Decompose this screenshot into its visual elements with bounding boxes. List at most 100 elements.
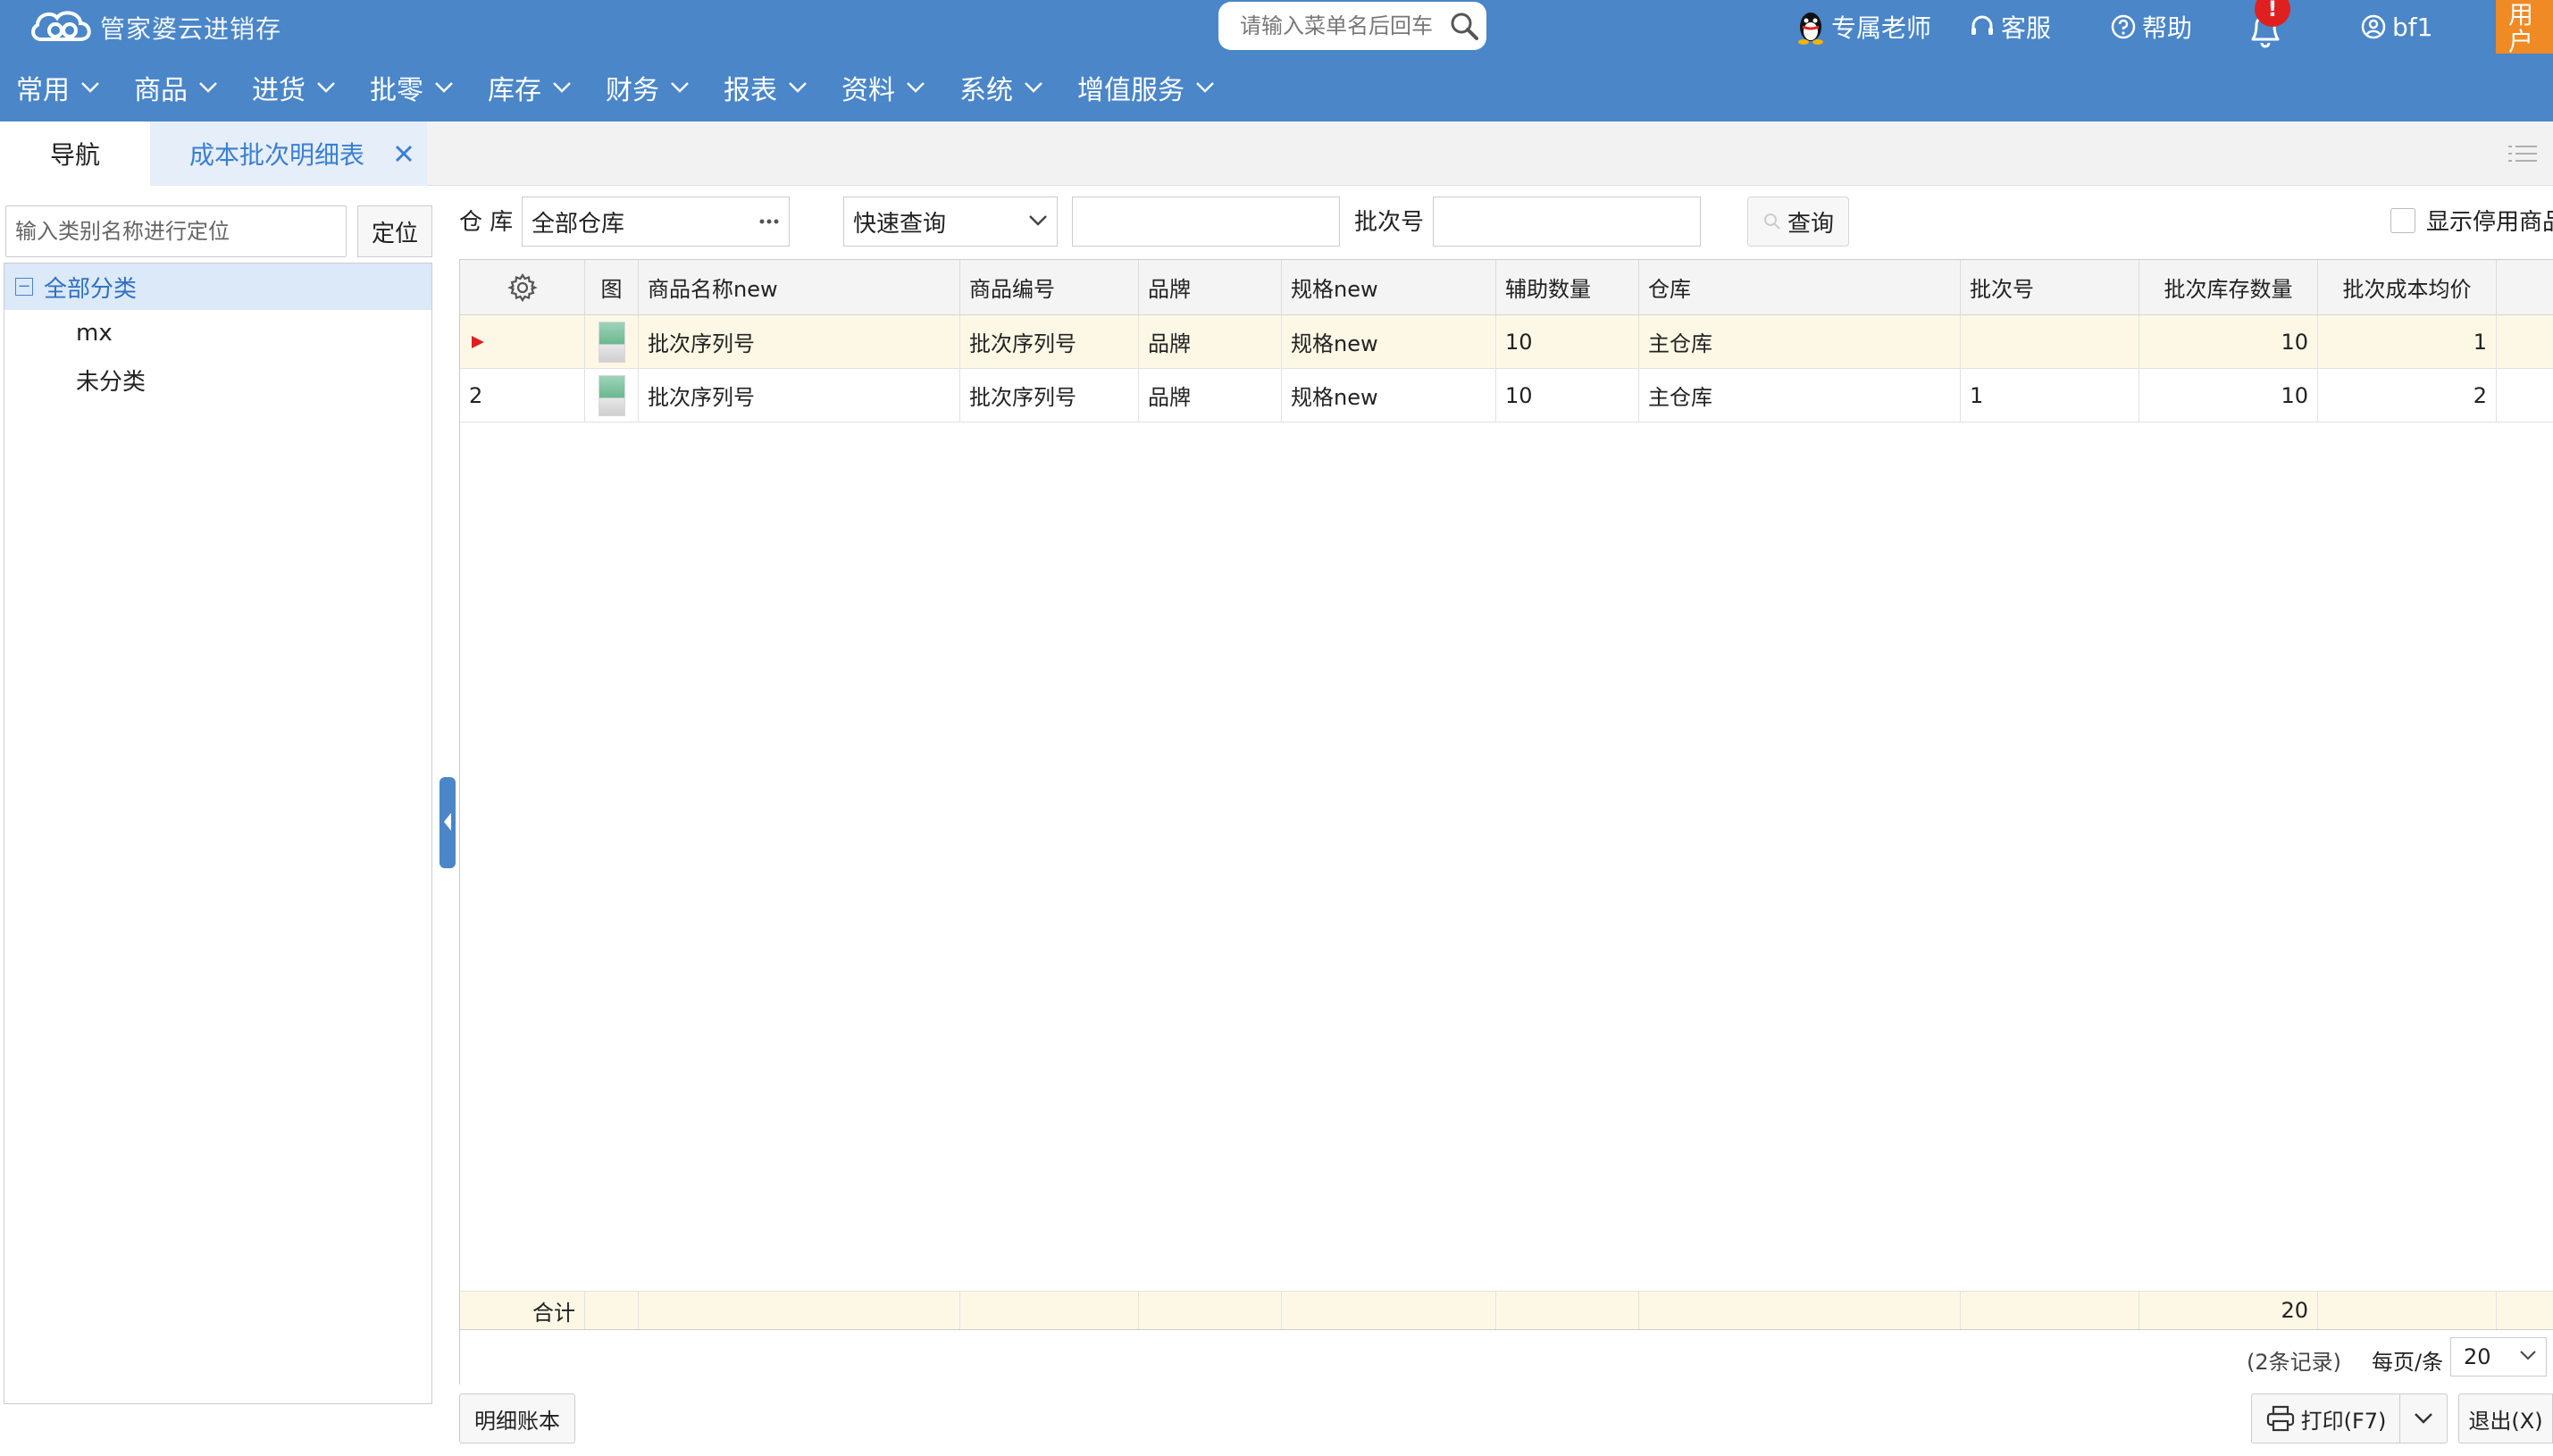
header-avg-cost[interactable]: 批次成本均价: [2318, 260, 2497, 314]
cell-stock-qty: 10: [2139, 369, 2318, 422]
chevron-down-icon: [81, 82, 99, 93]
tab-bar: 导航 成本批次明细表: [0, 121, 2553, 186]
grid-header-row: 图 商品名称new 商品编号 品牌 规格new 辅助数量 仓库 批次号 批次库存…: [460, 260, 2553, 315]
chevron-down-icon: [1025, 82, 1042, 93]
print-button[interactable]: 打印(F7): [2251, 1393, 2399, 1443]
quick-query-input[interactable]: [1072, 197, 1340, 247]
cell-code: 批次序列号: [960, 369, 1139, 422]
detail-ledger-button[interactable]: 明细账本: [459, 1393, 575, 1443]
menu-item-label: 常用: [16, 75, 70, 106]
menu-item-2[interactable]: 进货: [252, 55, 336, 120]
search-icon[interactable]: [1449, 11, 1479, 41]
tab-cost-batch-detail[interactable]: 成本批次明细表: [150, 121, 427, 186]
cell-brand: 品牌: [1139, 369, 1282, 422]
header-batch[interactable]: 批次号: [1961, 260, 2139, 314]
menu-item-0[interactable]: 常用: [16, 55, 100, 120]
cell-stock-qty: 10: [2139, 315, 2318, 368]
menu-item-8[interactable]: 系统: [959, 55, 1043, 120]
total-label: 合计: [460, 1292, 585, 1329]
cell-avg-cost: 1: [2318, 315, 2497, 368]
menu-search-input[interactable]: [1238, 11, 1444, 41]
menu-item-label: 财务: [606, 75, 659, 106]
product-thumbnail[interactable]: [585, 315, 639, 368]
tab-cost-batch-detail-label: 成本批次明细表: [189, 140, 365, 170]
record-count: (2条记录): [2247, 1350, 2341, 1375]
qq-penguin-icon: [1798, 13, 1823, 45]
tree-node-all-categories[interactable]: − 全部分类: [4, 264, 431, 310]
per-page-select[interactable]: 20: [2450, 1337, 2547, 1377]
product-thumbnail[interactable]: [585, 369, 639, 422]
chevron-down-icon: [317, 82, 335, 93]
tab-navigation[interactable]: 导航: [0, 121, 150, 186]
exit-button[interactable]: 退出(X): [2458, 1393, 2553, 1443]
menu-item-3[interactable]: 批零: [370, 55, 454, 120]
locate-button[interactable]: 定位: [357, 205, 432, 257]
gear-icon[interactable]: [506, 272, 538, 303]
batch-number-input[interactable]: [1433, 197, 1701, 247]
chevron-down-icon: [789, 82, 807, 93]
print-options-button[interactable]: [2399, 1393, 2448, 1443]
menu-item-label: 库存: [488, 75, 541, 106]
header-brand[interactable]: 品牌: [1139, 260, 1282, 314]
menu-item-9[interactable]: 增值服务: [1077, 55, 1215, 120]
header-stock-qty[interactable]: 批次库存数量: [2139, 260, 2318, 314]
header-code[interactable]: 商品编号: [960, 260, 1139, 314]
show-disabled-checkbox[interactable]: [2390, 207, 2415, 233]
user-interact-button[interactable]: 用户互动: [2496, 0, 2553, 54]
per-page-value: 20: [2464, 1344, 2491, 1369]
cell-spec: 规格new: [1282, 315, 1496, 368]
menu-item-6[interactable]: 报表: [724, 55, 808, 120]
column-settings[interactable]: [460, 260, 585, 314]
user-icon: [2361, 14, 2386, 39]
menu-item-label: 商品: [134, 75, 188, 106]
show-disabled-label: 显示停用商品: [2426, 209, 2553, 236]
quick-query-select[interactable]: 快速查询: [843, 197, 1058, 247]
tree-node-mx[interactable]: mx: [4, 310, 431, 356]
total-stock-qty: 20: [2139, 1292, 2318, 1329]
panel-collapse-handle[interactable]: [439, 777, 456, 868]
more-dots-icon[interactable]: [757, 213, 782, 230]
help-link[interactable]: 帮助: [2110, 4, 2192, 50]
teacher-link-label: 专属老师: [1831, 13, 1932, 43]
tree-node-uncategorized[interactable]: 未分类: [4, 356, 431, 403]
header-spec[interactable]: 规格new: [1282, 260, 1496, 314]
print-button-label: 打印(F7): [2300, 1408, 2387, 1434]
user-menu[interactable]: bf1: [2360, 4, 2432, 50]
chevron-down-icon: [907, 82, 925, 93]
menu-item-7[interactable]: 资料: [841, 55, 925, 120]
cell-spec: 规格new: [1282, 369, 1496, 422]
chevron-down-icon: [435, 82, 453, 93]
header-warehouse[interactable]: 仓库: [1639, 260, 1961, 314]
show-disabled-toggle[interactable]: 显示停用商品: [2390, 204, 2553, 237]
total-row: 合计 20: [460, 1291, 2553, 1330]
category-search-input[interactable]: [5, 205, 347, 257]
menu-search-box[interactable]: [1218, 2, 1486, 50]
service-link[interactable]: 客服: [1969, 4, 2051, 50]
app-logo: 管家婆云进销存: [29, 2, 281, 54]
chevron-down-icon: [1029, 215, 1047, 226]
cell-name: 批次序列号: [639, 315, 960, 368]
warehouse-select[interactable]: 全部仓库: [522, 197, 790, 247]
menu-item-label: 进货: [252, 75, 306, 106]
menu-item-5[interactable]: 财务: [606, 55, 690, 120]
close-icon[interactable]: [388, 138, 420, 170]
cell-batch: [1961, 315, 2139, 368]
help-link-label: 帮助: [2142, 13, 2193, 43]
cell-brand: 品牌: [1139, 315, 1282, 368]
cell-batch: 1: [1961, 369, 2139, 422]
cell-aux-qty: 10: [1496, 315, 1639, 368]
teacher-link[interactable]: 专属老师: [1795, 4, 1931, 50]
table-row[interactable]: 2 批次序列号 批次序列号 品牌 规格new 10 主仓库 1 10 2: [460, 369, 2553, 423]
quick-query-value: 快速查询: [853, 210, 947, 238]
header-aux-qty[interactable]: 辅助数量: [1496, 260, 1639, 314]
row-selected-indicator: [460, 315, 585, 368]
query-button[interactable]: 查询: [1747, 197, 1849, 247]
table-row[interactable]: 批次序列号 批次序列号 品牌 规格new 10 主仓库 10 1: [460, 315, 2553, 369]
list-menu-icon[interactable]: [2505, 138, 2540, 170]
menu-item-4[interactable]: 库存: [488, 55, 572, 120]
header-name[interactable]: 商品名称new: [639, 260, 960, 314]
cell-code: 批次序列号: [960, 315, 1139, 368]
menu-item-1[interactable]: 商品: [134, 55, 218, 120]
filter-bar: 仓 库 全部仓库 快速查询 批次号 查询 显示停用商品: [457, 186, 2553, 259]
collapse-icon[interactable]: −: [15, 278, 33, 296]
